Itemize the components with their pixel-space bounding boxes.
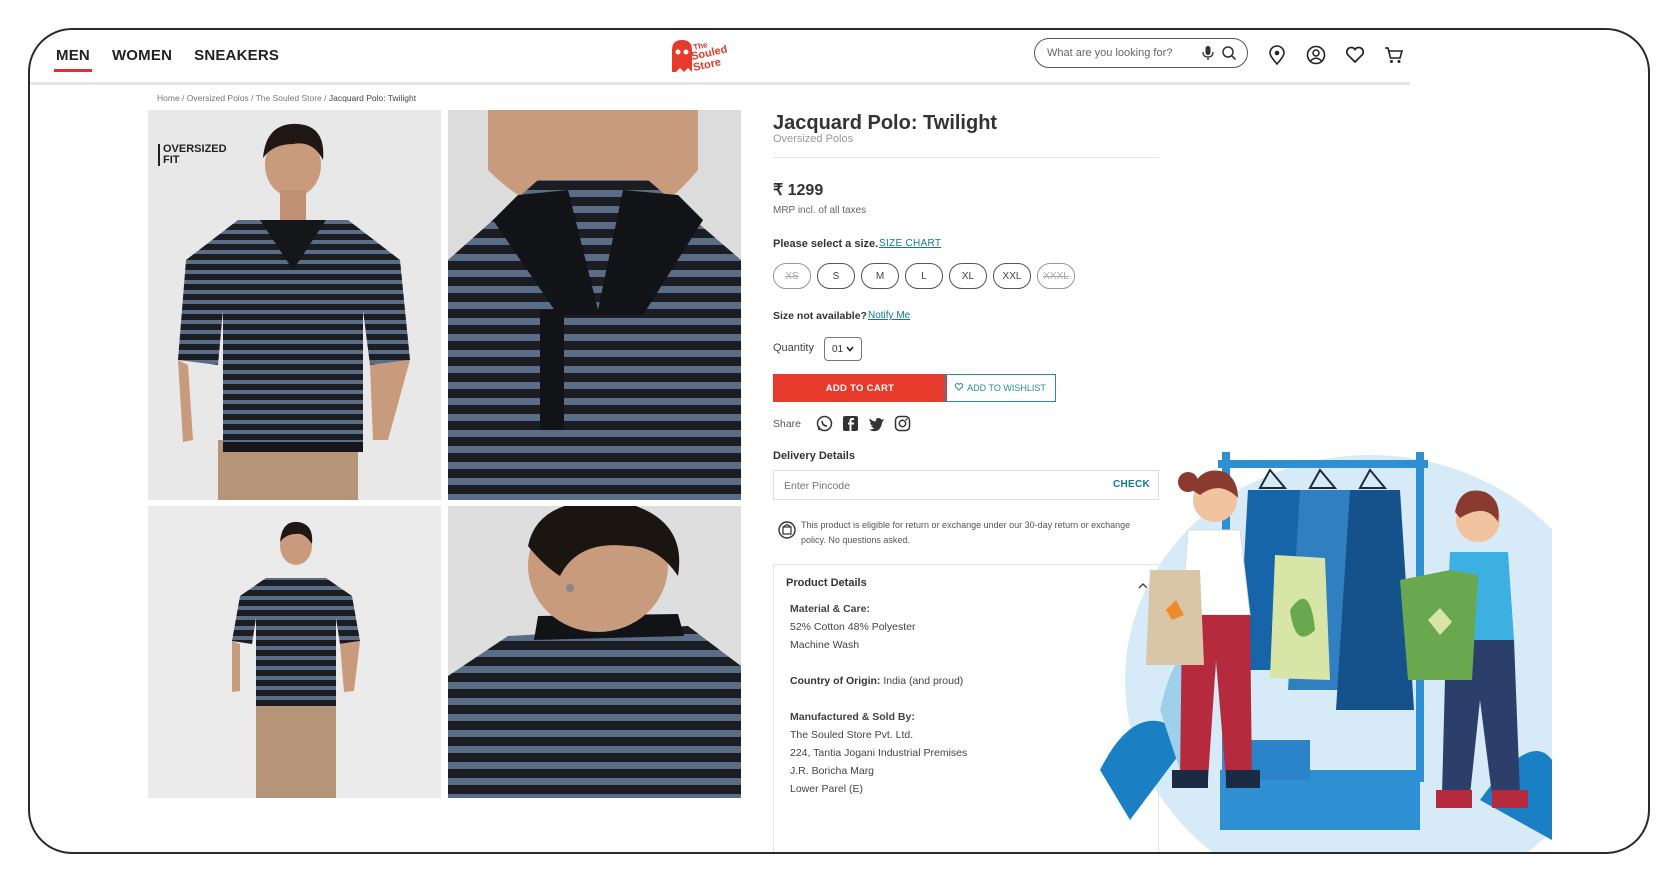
breadcrumb-brand[interactable]: The Souled Store	[256, 93, 322, 103]
shopping-illustration	[1100, 440, 1615, 852]
product-image-1[interactable]: OVERSIZED FIT	[148, 110, 441, 500]
manufacturer-line: 224, Tantia Jogani Industrial Premises	[790, 747, 968, 759]
origin-row: Country of Origin: India (and proud)	[790, 675, 963, 687]
whatsapp-icon[interactable]	[816, 415, 833, 432]
size-xl-button[interactable]: XL	[949, 263, 987, 289]
manufacturer-line: The Souled Store Pvt. Ltd.	[790, 729, 914, 741]
add-to-cart-button[interactable]: ADD TO CART	[773, 374, 947, 402]
breadcrumb-oversized-polos[interactable]: Oversized Polos	[187, 93, 249, 103]
quantity-label: Quantity	[773, 342, 814, 354]
nav-sneakers[interactable]: SNEAKERS	[194, 30, 279, 82]
browser-frame: MEN WOMEN SNEAKERS The Souled Store What…	[28, 28, 1650, 854]
location-pin-icon[interactable]	[1266, 44, 1288, 66]
add-to-wishlist-button[interactable]: ADD TO WISHLIST	[944, 374, 1056, 402]
divider	[773, 157, 1159, 158]
size-s-button[interactable]: S	[817, 263, 855, 289]
return-policy-text: This product is eligible for return or e…	[801, 520, 1131, 545]
heart-icon	[954, 382, 964, 394]
breadcrumb-home[interactable]: Home	[157, 93, 180, 103]
search-bar[interactable]	[1034, 38, 1248, 68]
size-chart-link[interactable]: SIZE CHART	[879, 238, 941, 249]
add-to-wishlist-label: ADD TO WISHLIST	[967, 383, 1046, 393]
product-title: Jacquard Polo: Twilight	[773, 112, 998, 134]
size-m-button[interactable]: M	[861, 263, 899, 289]
mrp-note: MRP incl. of all taxes	[773, 205, 867, 216]
origin-label: Country of Origin:	[790, 675, 881, 687]
wishlist-heart-icon[interactable]	[1344, 44, 1366, 66]
pincode-input[interactable]	[774, 471, 1086, 501]
product-image-3[interactable]	[148, 506, 441, 798]
manufacturer-line: J.R. Boricha Marg	[790, 765, 875, 777]
size-xs-button[interactable]: XS	[773, 263, 811, 289]
search-icon[interactable]	[1221, 45, 1237, 61]
material-care-label: Material & Care:	[790, 603, 870, 615]
header-icons	[1266, 44, 1405, 66]
breadcrumb-current: Jacquard Polo: Twilight	[328, 93, 417, 103]
product-image-2[interactable]	[448, 110, 741, 500]
share-icons	[816, 415, 911, 432]
product-category: Oversized Polos	[773, 133, 854, 145]
quantity-select[interactable]: 01	[824, 337, 862, 361]
size-l-button[interactable]: L	[905, 263, 943, 289]
product-image-4[interactable]	[448, 506, 741, 798]
delivery-details-title: Delivery Details	[773, 450, 855, 462]
user-account-icon[interactable]	[1305, 44, 1327, 66]
share-label: Share	[773, 418, 802, 430]
nav-men[interactable]: MEN	[54, 30, 92, 82]
product-details-title[interactable]: Product Details	[786, 577, 867, 589]
size-xxxl-button[interactable]: XXXL	[1037, 263, 1075, 289]
site-header: MEN WOMEN SNEAKERS The Souled Store	[30, 30, 1410, 85]
product-price: ₹ 1299	[773, 182, 824, 199]
size-selector: XS S M L XL XXL XXXL	[773, 263, 1075, 289]
twitter-icon[interactable]	[868, 415, 885, 432]
material-text: 52% Cotton 48% Polyester	[790, 621, 916, 633]
notify-me-link[interactable]: Notify Me	[868, 310, 910, 321]
chevron-down-icon	[846, 344, 854, 355]
size-not-available-label: Size not available?	[773, 310, 867, 322]
oversized-fit-badge: OVERSIZED FIT	[158, 144, 227, 166]
cart-icon[interactable]	[1383, 44, 1405, 66]
size-xxl-button[interactable]: XXL	[993, 263, 1031, 289]
facebook-icon[interactable]	[842, 415, 859, 432]
care-text: Machine Wash	[790, 639, 860, 651]
site-logo[interactable]: The Souled Store	[666, 36, 728, 76]
quantity-value: 01	[831, 343, 844, 355]
nav-women[interactable]: WOMEN	[112, 30, 172, 82]
search-input[interactable]	[1045, 46, 1197, 60]
origin-value: India (and proud)	[883, 675, 964, 687]
manufacturer-label: Manufactured & Sold By:	[790, 711, 915, 723]
main-nav: MEN WOMEN SNEAKERS	[54, 30, 279, 82]
select-size-label: Please select a size.	[773, 238, 879, 250]
instagram-icon[interactable]	[894, 415, 911, 432]
microphone-icon[interactable]	[1201, 45, 1215, 61]
return-policy-icon	[777, 520, 797, 540]
breadcrumb: Home / Oversized Polos / The Souled Stor…	[157, 93, 417, 103]
manufacturer-line: Lower Parel (E)	[790, 783, 863, 795]
